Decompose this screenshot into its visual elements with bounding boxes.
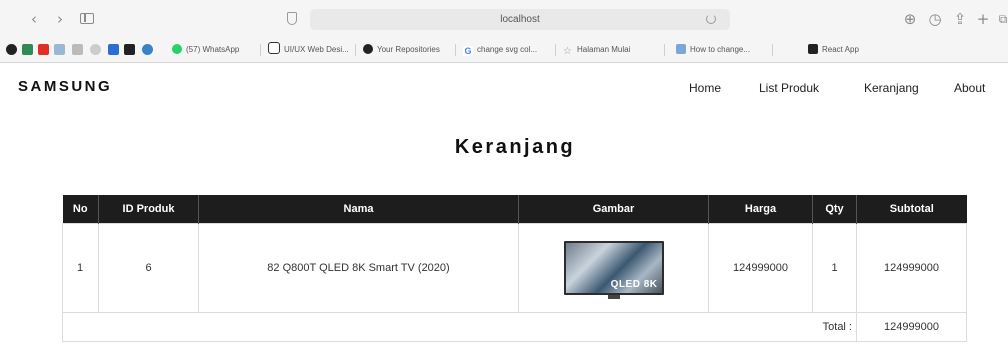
bookmarks-bar: (57) WhatsApp UI/UX Web Desi... Your Rep… bbox=[0, 38, 1008, 62]
product-image: QLED 8K bbox=[563, 241, 664, 299]
cell-nama: 82 Q800T QLED 8K Smart TV (2020) bbox=[198, 223, 519, 313]
cart-table: No ID Produk Nama Gambar Harga Qty Subto… bbox=[62, 195, 967, 342]
chat-icon[interactable] bbox=[142, 44, 153, 55]
column-header-gambar: Gambar bbox=[518, 195, 709, 224]
brand-logo[interactable]: SAMSUNG bbox=[18, 78, 112, 95]
cell-subtotal: 124999000 bbox=[856, 223, 967, 313]
privacy-shield-icon[interactable] bbox=[287, 12, 297, 25]
browser-chrome: ‹ › localhost ⊕ ◷ ⇪ + ⧉ (57) WhatsApp UI… bbox=[0, 0, 1008, 63]
page-icon bbox=[676, 44, 686, 54]
bookmark-halaman[interactable]: ☆ Halaman Mulai bbox=[563, 42, 630, 58]
cart-icon[interactable] bbox=[54, 44, 65, 55]
cell-no: 1 bbox=[62, 223, 99, 313]
total-value: 124999000 bbox=[856, 312, 967, 342]
cell-qty: 1 bbox=[812, 223, 857, 313]
nav-about[interactable]: About bbox=[954, 81, 985, 95]
star-icon: ☆ bbox=[563, 46, 572, 57]
bookmark-icon[interactable] bbox=[72, 44, 83, 55]
cell-gambar: QLED 8K bbox=[518, 223, 709, 313]
bookmark-whatsapp[interactable]: (57) WhatsApp bbox=[172, 42, 239, 58]
product-image-label: QLED 8K bbox=[610, 279, 658, 290]
column-header-no: No bbox=[62, 195, 99, 224]
download-icon[interactable]: ⊕ bbox=[900, 10, 920, 28]
new-tab-icon[interactable]: + bbox=[973, 10, 993, 28]
extension-icon[interactable] bbox=[108, 44, 119, 55]
history-icon[interactable]: ◷ bbox=[925, 10, 945, 28]
table-row: 1 6 82 Q800T QLED 8K Smart TV (2020) QLE… bbox=[62, 223, 967, 313]
bookmark-divider bbox=[772, 44, 773, 56]
whatsapp-icon bbox=[172, 44, 182, 54]
google-icon: G bbox=[463, 46, 473, 56]
share-icon[interactable]: ⇪ bbox=[950, 10, 970, 28]
total-label: Total : bbox=[62, 312, 857, 342]
bookmark-divider bbox=[664, 44, 665, 56]
bookmark-svg[interactable]: Gchange svg col... bbox=[463, 42, 537, 58]
vue-icon[interactable] bbox=[22, 44, 33, 55]
column-header-qty: Qty bbox=[812, 195, 857, 224]
app-icon[interactable] bbox=[124, 44, 135, 55]
sidebar-toggle-icon[interactable] bbox=[80, 13, 94, 24]
column-header-id-produk: ID Produk bbox=[98, 195, 199, 224]
url-text: localhost bbox=[500, 14, 540, 25]
nav-home[interactable]: Home bbox=[689, 81, 721, 95]
column-header-harga: Harga bbox=[708, 195, 813, 224]
address-bar[interactable]: localhost bbox=[310, 9, 730, 30]
reload-icon[interactable] bbox=[706, 14, 716, 24]
bookmark-divider bbox=[555, 44, 556, 56]
react-icon bbox=[808, 44, 818, 54]
page-title: Keranjang bbox=[454, 136, 576, 158]
nav-list-produk[interactable]: List Produk bbox=[759, 81, 819, 95]
bookmark-uiux[interactable]: UI/UX Web Desi... bbox=[268, 42, 349, 58]
tv-stand-shape bbox=[607, 295, 620, 299]
youtube-icon[interactable] bbox=[38, 44, 49, 55]
bookmark-divider bbox=[455, 44, 456, 56]
bookmark-divider bbox=[260, 44, 261, 56]
bookmark-repositories[interactable]: Your Repositories bbox=[363, 42, 440, 58]
nav-keranjang[interactable]: Keranjang bbox=[864, 81, 919, 95]
table-header-row: No ID Produk Nama Gambar Harga Qty Subto… bbox=[62, 195, 967, 224]
browser-toolbar: ‹ › localhost ⊕ ◷ ⇪ + ⧉ bbox=[0, 0, 1008, 38]
total-row: Total : 124999000 bbox=[62, 312, 967, 342]
cell-harga: 124999000 bbox=[708, 223, 813, 313]
bookmark-divider bbox=[355, 44, 356, 56]
column-header-subtotal: Subtotal bbox=[856, 195, 967, 224]
forward-icon[interactable]: › bbox=[50, 10, 70, 28]
column-header-nama: Nama bbox=[198, 195, 519, 224]
cell-id-produk: 6 bbox=[98, 223, 199, 313]
tabs-overview-icon[interactable]: ⧉ bbox=[993, 10, 1008, 28]
github-icon bbox=[363, 44, 373, 54]
bookmark-howto[interactable]: How to change... bbox=[676, 42, 750, 58]
back-icon[interactable]: ‹ bbox=[24, 10, 44, 28]
instagram-icon bbox=[268, 42, 280, 54]
github-icon[interactable] bbox=[6, 44, 17, 55]
bookmark-react-app[interactable]: React App bbox=[808, 42, 859, 58]
wordpress-icon[interactable] bbox=[90, 44, 101, 55]
